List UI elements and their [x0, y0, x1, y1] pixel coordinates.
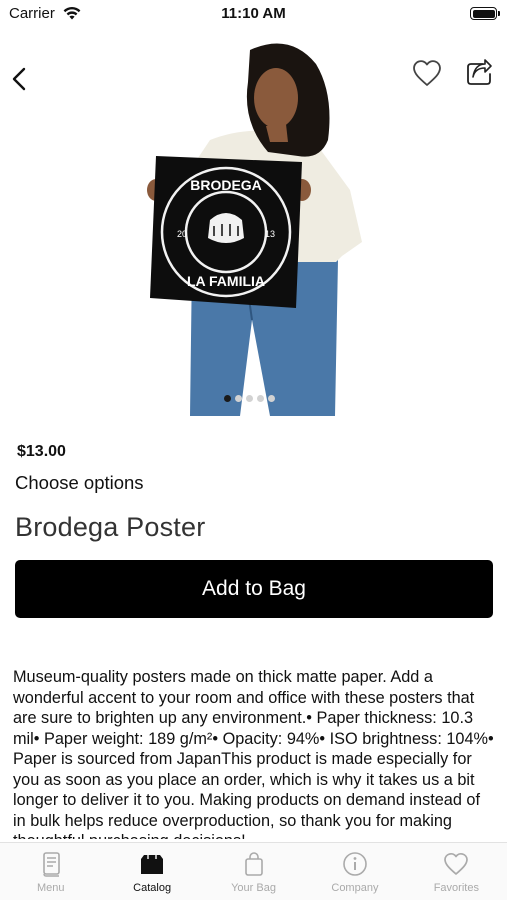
favorite-button[interactable]	[411, 58, 443, 88]
tab-catalog-label: Catalog	[133, 882, 172, 894]
poster-bottom-text: LA FAMILIA	[187, 273, 265, 289]
pager-dot[interactable]	[224, 395, 231, 402]
back-button[interactable]	[6, 62, 32, 96]
tab-favorites-label: Favorites	[433, 882, 479, 894]
tab-menu[interactable]: Menu	[0, 843, 101, 900]
heart-outline-icon	[413, 60, 441, 86]
poster-graphic: BRODEGA LA FAMILIA 20 13	[150, 156, 302, 308]
pager-dot[interactable]	[235, 395, 242, 402]
heart-icon	[444, 852, 469, 875]
info-icon	[343, 852, 367, 876]
battery-icon	[470, 7, 500, 20]
catalog-icon	[141, 855, 164, 874]
poster-top-text: BRODEGA	[190, 177, 262, 193]
product-title: Brodega Poster	[15, 512, 206, 542]
product-image[interactable]: BRODEGA LA FAMILIA 20 13	[130, 30, 380, 416]
share-button[interactable]	[463, 56, 495, 88]
add-to-bag-button[interactable]: Add to Bag	[15, 560, 493, 618]
tab-company[interactable]: Company	[304, 843, 405, 900]
tab-menu-label: Menu	[36, 882, 65, 894]
tab-favorites[interactable]: Favorites	[406, 843, 507, 900]
tab-your-bag[interactable]: Your Bag	[203, 843, 304, 900]
status-bar: Carrier 11:10 AM	[0, 0, 507, 28]
bag-icon	[244, 852, 263, 876]
tab-bar: Menu Catalog Your Bag Company Favorites	[0, 842, 507, 900]
tab-catalog[interactable]: Catalog	[101, 843, 202, 900]
clock: 11:10 AM	[221, 5, 286, 22]
poster-year-right: 13	[265, 229, 275, 239]
share-icon	[467, 59, 492, 85]
pager-dot[interactable]	[268, 395, 275, 402]
product-price: $13.00	[17, 443, 66, 460]
pager-dot[interactable]	[257, 395, 264, 402]
choose-options-link[interactable]: Choose options	[15, 472, 144, 494]
poster-year-left: 20	[177, 229, 187, 239]
image-pager-dots[interactable]	[224, 395, 275, 402]
tab-company-label: Company	[331, 882, 379, 894]
pager-dot[interactable]	[246, 395, 253, 402]
product-description: Museum-quality posters made on thick mat…	[13, 668, 494, 839]
chevron-left-icon	[12, 67, 26, 91]
tab-your-bag-label: Your Bag	[231, 882, 276, 894]
menu-book-icon	[42, 852, 60, 877]
